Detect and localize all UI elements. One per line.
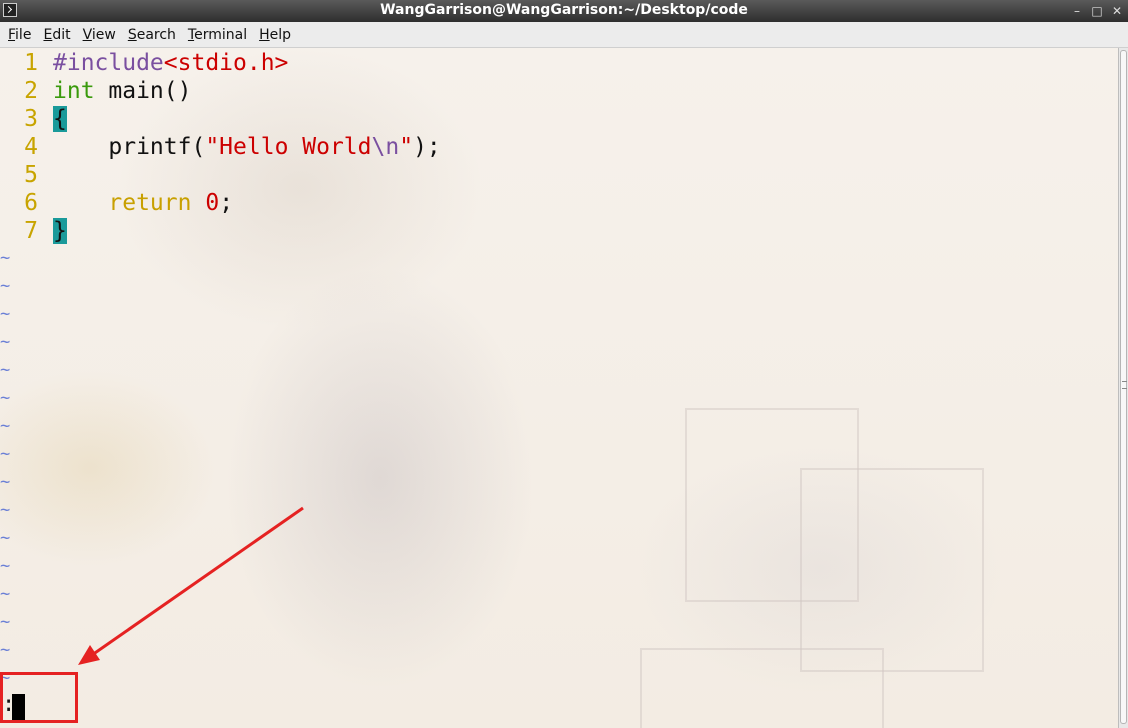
background-photo-detail xyxy=(800,468,984,672)
line-number: 6 xyxy=(24,190,38,216)
empty-line-tilde: ~ xyxy=(0,444,11,464)
menu-file-mnemonic: F xyxy=(8,26,16,43)
code-token: printf( xyxy=(53,134,206,160)
code-token: ; xyxy=(219,190,234,216)
line-code: #include<stdio.h> xyxy=(53,49,288,77)
empty-line-tilde: ~ xyxy=(0,612,11,632)
terminal-view[interactable]: 1 #include<stdio.h> 2 int main() 3 {4 printf(… xyxy=(0,48,1118,728)
line-number: 5 xyxy=(24,162,38,188)
menu-view-mnemonic: V xyxy=(82,26,92,43)
line-code: } xyxy=(53,217,67,245)
line-code: { xyxy=(53,105,67,133)
code-token: \n xyxy=(371,134,400,160)
menu-help-mnemonic: H xyxy=(259,26,270,43)
code-token: ); xyxy=(413,134,441,160)
line-number: 7 xyxy=(24,218,38,244)
line-code: return 0; xyxy=(53,189,233,217)
empty-line-tilde: ~ xyxy=(0,556,11,576)
menu-file[interactable]: File xyxy=(4,27,35,43)
menu-search-mnemonic: S xyxy=(127,26,137,43)
menu-help[interactable]: Help xyxy=(255,27,295,43)
code-token: 0 xyxy=(205,190,220,216)
minimize-button[interactable]: – xyxy=(1068,2,1086,20)
scroll-grip-icon xyxy=(1122,381,1127,389)
code-token: return xyxy=(108,190,192,216)
line-number: 1 xyxy=(24,50,38,76)
empty-line-tilde: ~ xyxy=(0,472,11,492)
empty-line-tilde: ~ xyxy=(0,528,11,548)
menu-bar: File Edit View Search Terminal Help xyxy=(0,22,1128,48)
code-token: main() xyxy=(94,78,192,104)
menu-file-rest: ile xyxy=(15,26,32,43)
annotation-highlight-box xyxy=(0,672,78,723)
empty-line-tilde: ~ xyxy=(0,584,11,604)
empty-line-tilde: ~ xyxy=(0,500,11,520)
menu-terminal-rest: erminal xyxy=(194,26,248,43)
empty-line-tilde: ~ xyxy=(0,276,11,296)
empty-line-tilde: ~ xyxy=(0,640,11,660)
empty-line-tilde: ~ xyxy=(0,248,11,268)
code-token: } xyxy=(53,218,67,244)
menu-edit-rest: dit xyxy=(52,26,71,43)
code-token: <stdio.h> xyxy=(163,50,289,76)
scrollbar-thumb[interactable] xyxy=(1120,50,1127,724)
empty-line-tilde: ~ xyxy=(0,388,11,408)
code-token: "Hello World xyxy=(205,134,372,160)
menu-view-rest: iew xyxy=(91,26,116,43)
scrollbar[interactable] xyxy=(1118,48,1128,728)
line-number: 2 xyxy=(24,78,38,104)
close-button[interactable]: ✕ xyxy=(1108,2,1126,20)
code-token: #include xyxy=(53,50,164,76)
empty-line-tilde: ~ xyxy=(0,332,11,352)
line-code: int main() xyxy=(53,77,191,105)
line-number: 3 xyxy=(24,106,38,132)
menu-search-rest: earch xyxy=(136,26,176,43)
background-photo-detail xyxy=(640,648,884,728)
code-token: int xyxy=(53,78,95,104)
window-title: WangGarrison@WangGarrison:~/Desktop/code xyxy=(380,2,748,18)
empty-line-tilde: ~ xyxy=(0,304,11,324)
empty-line-tilde: ~ xyxy=(0,416,11,436)
menu-help-rest: elp xyxy=(269,26,292,43)
line-code: printf("Hello World\n"); xyxy=(53,133,441,161)
empty-line-tilde: ~ xyxy=(0,360,11,380)
code-token: " xyxy=(399,134,414,160)
menu-search[interactable]: Search xyxy=(124,27,180,43)
maximize-button[interactable]: □ xyxy=(1088,2,1106,20)
menu-terminal[interactable]: Terminal xyxy=(184,27,251,43)
code-token: { xyxy=(53,106,67,132)
menu-edit-mnemonic: E xyxy=(43,26,53,43)
menu-view[interactable]: View xyxy=(79,27,120,43)
line-number: 4 xyxy=(24,134,38,160)
menu-edit[interactable]: Edit xyxy=(39,27,74,43)
title-bar: WangGarrison@WangGarrison:~/Desktop/code… xyxy=(0,0,1128,22)
